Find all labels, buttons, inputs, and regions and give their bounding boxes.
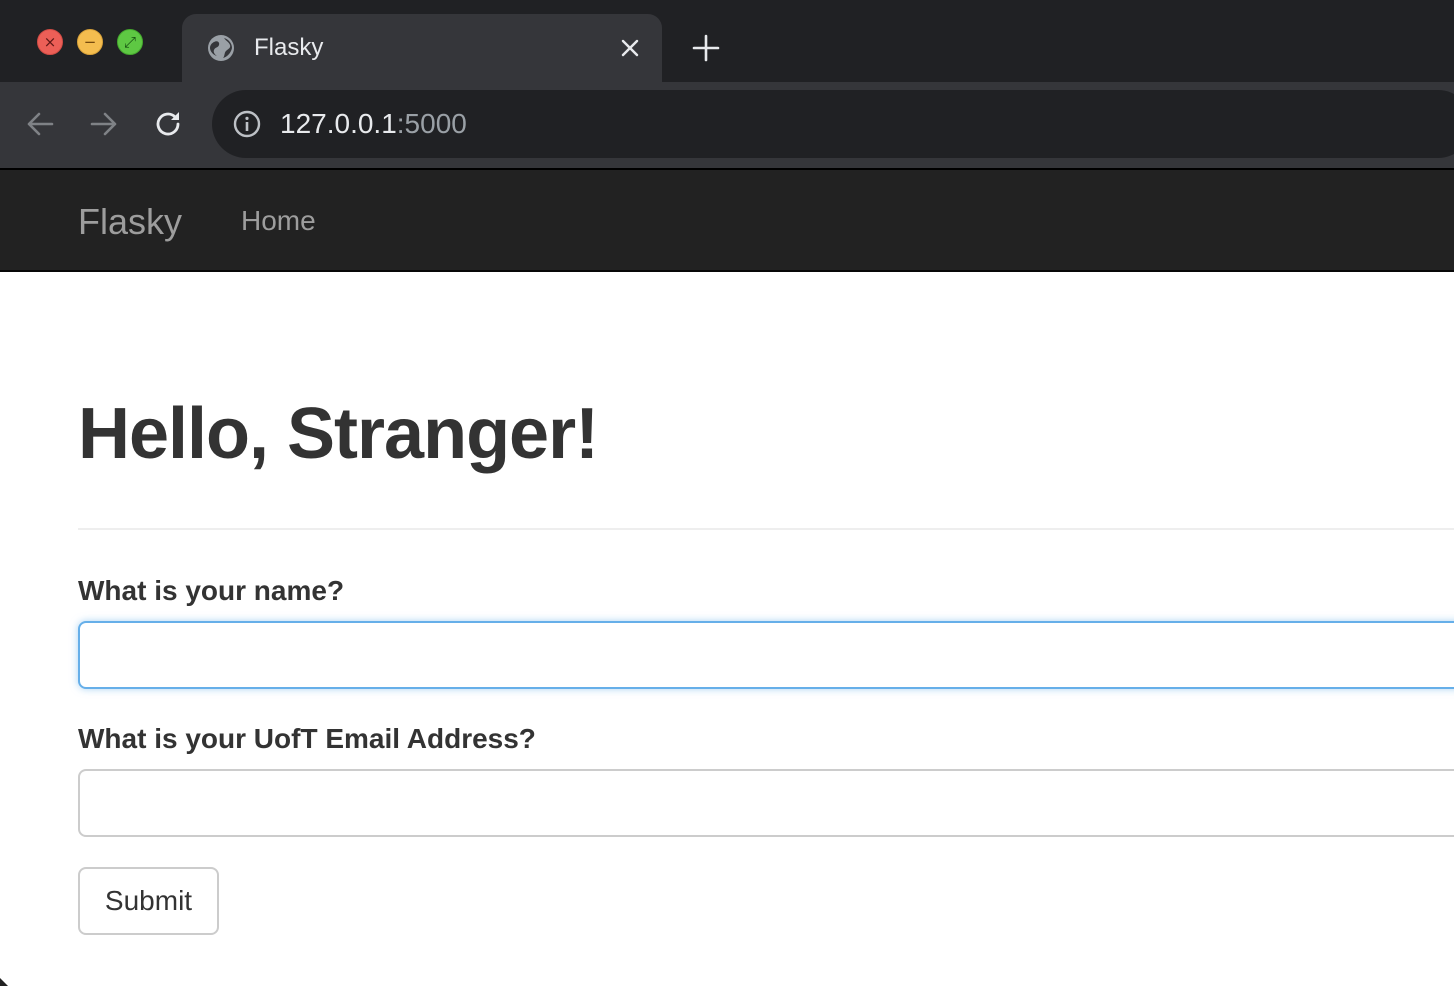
site-navbar: Flasky Home [0,170,1454,272]
close-window-icon: × [43,32,57,51]
new-tab-button[interactable] [688,30,724,66]
page-title: Hello, Stranger! [78,394,599,474]
arrow-right-icon [90,112,117,136]
nav-item-home[interactable]: Home [241,205,316,237]
navbar-brand[interactable]: Flasky [78,202,182,242]
arrow-left-icon [27,112,54,136]
window-maximize-button[interactable]: ⤢ [117,29,143,55]
info-icon[interactable] [232,109,262,139]
plus-icon [692,34,720,62]
name-label: What is your name? [78,575,345,606]
browser-toolbar: 127.0.0.1:5000 [0,82,1454,168]
forward-button[interactable] [86,106,122,142]
browser-tab[interactable]: Flasky [182,14,662,82]
tab-title: Flasky [254,34,324,61]
tab-close-button[interactable] [616,34,644,62]
minimize-window-icon: − [83,32,97,51]
close-icon [621,39,639,57]
email-label: What is your UofT Email Address? [78,723,536,754]
browser-tab-strip: × − ⤢ Flasky [0,0,1454,82]
url-host: 127.0.0.1 [280,108,397,139]
back-button[interactable] [22,106,58,142]
window-corner [0,978,8,986]
maximize-window-icon: ⤢ [123,32,136,51]
url-text: 127.0.0.1:5000 [280,108,467,140]
submit-button[interactable]: Submit [78,867,219,935]
name-input[interactable] [78,621,1454,689]
reload-icon [156,112,180,136]
window-minimize-button[interactable]: − [77,29,103,55]
window-close-button[interactable]: × [37,29,63,55]
url-port: :5000 [396,108,467,139]
reload-button[interactable] [150,106,186,142]
divider [78,528,1454,530]
globe-icon [208,35,234,61]
email-input[interactable] [78,769,1454,837]
address-bar[interactable]: 127.0.0.1:5000 [212,90,1454,158]
